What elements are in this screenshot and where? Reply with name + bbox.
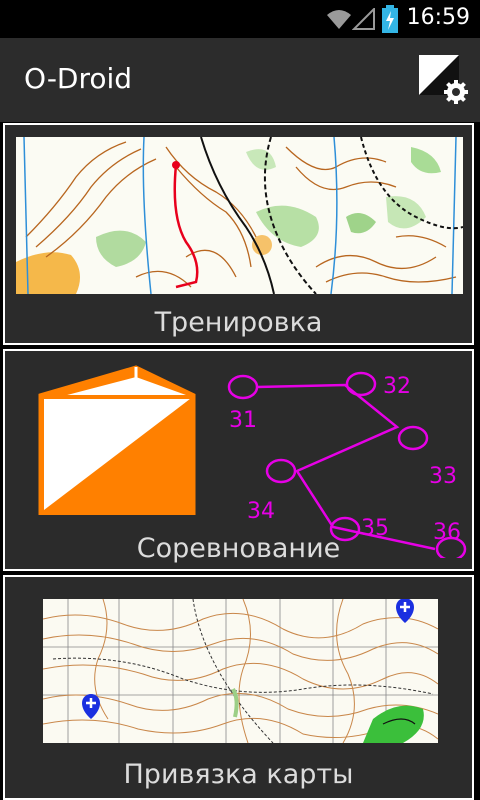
status-bar: 16:59 xyxy=(0,0,480,38)
signal-icon xyxy=(352,8,375,30)
control-34-label: 34 xyxy=(247,499,275,524)
control-flag-icon xyxy=(38,365,196,515)
competition-label: Соревнование xyxy=(136,533,341,564)
status-time: 16:59 xyxy=(406,5,470,30)
control-31-label: 31 xyxy=(229,408,257,433)
control-33-label: 33 xyxy=(429,464,457,489)
map-settings-icon[interactable] xyxy=(416,52,470,106)
orienteering-map-image xyxy=(16,137,463,294)
training-label: Тренировка xyxy=(154,307,323,338)
action-bar: O-Droid xyxy=(0,38,480,122)
app-title: O-Droid xyxy=(24,62,133,95)
wifi-icon xyxy=(327,10,351,29)
training-card[interactable]: Тренировка xyxy=(3,123,474,345)
map-binding-label: Привязка карты xyxy=(123,759,354,790)
course-diagram: 31 32 33 34 35 36 xyxy=(227,371,467,558)
competition-card[interactable]: 31 32 33 34 35 36 Соревнование xyxy=(3,349,474,571)
battery-charging-icon xyxy=(382,5,398,33)
control-32-label: 32 xyxy=(383,374,411,399)
map-binding-card[interactable]: Привязка карты xyxy=(3,575,474,800)
map-image xyxy=(43,599,438,743)
